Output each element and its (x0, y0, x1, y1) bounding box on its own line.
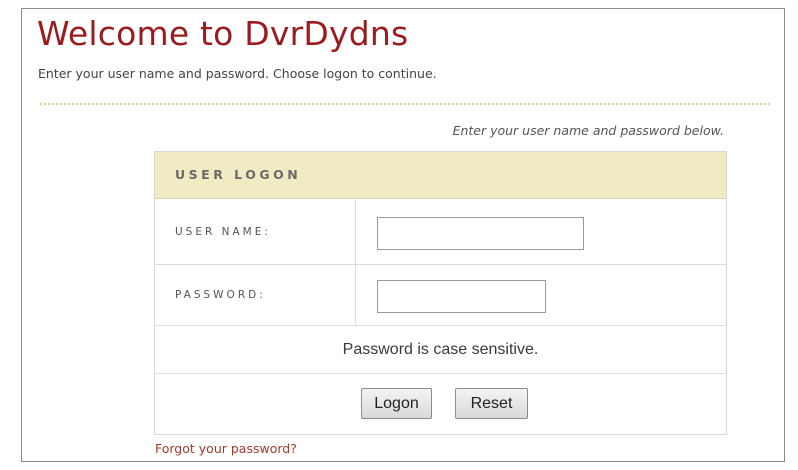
dotted-divider (40, 103, 770, 105)
page-title: Welcome to DvrDydns (37, 14, 409, 53)
reset-button[interactable]: Reset (455, 388, 528, 419)
logon-panel: USER LOGON USER NAME: PASSWORD: Password… (154, 151, 727, 435)
username-row: USER NAME: (155, 199, 726, 265)
password-label: PASSWORD: (175, 289, 266, 301)
column-divider (355, 199, 356, 264)
logon-panel-title: USER LOGON (175, 167, 302, 182)
form-instruction: Enter your user name and password below. (452, 123, 724, 138)
forgot-password-link[interactable]: Forgot your password? (155, 441, 297, 456)
logon-panel-header: USER LOGON (155, 152, 726, 199)
logon-button[interactable]: Logon (361, 388, 432, 419)
username-input[interactable] (377, 217, 584, 250)
page-subtitle: Enter your user name and password. Choos… (38, 66, 437, 81)
column-divider (355, 265, 356, 325)
password-input[interactable] (377, 280, 546, 313)
case-sensitive-note: Password is case sensitive. (342, 341, 539, 358)
logon-page: Welcome to DvrDydns Enter your user name… (0, 0, 798, 470)
actions-row: Logon Reset (155, 374, 726, 436)
note-row: Password is case sensitive. (155, 326, 726, 374)
username-label: USER NAME: (175, 226, 271, 238)
password-row: PASSWORD: (155, 265, 726, 326)
